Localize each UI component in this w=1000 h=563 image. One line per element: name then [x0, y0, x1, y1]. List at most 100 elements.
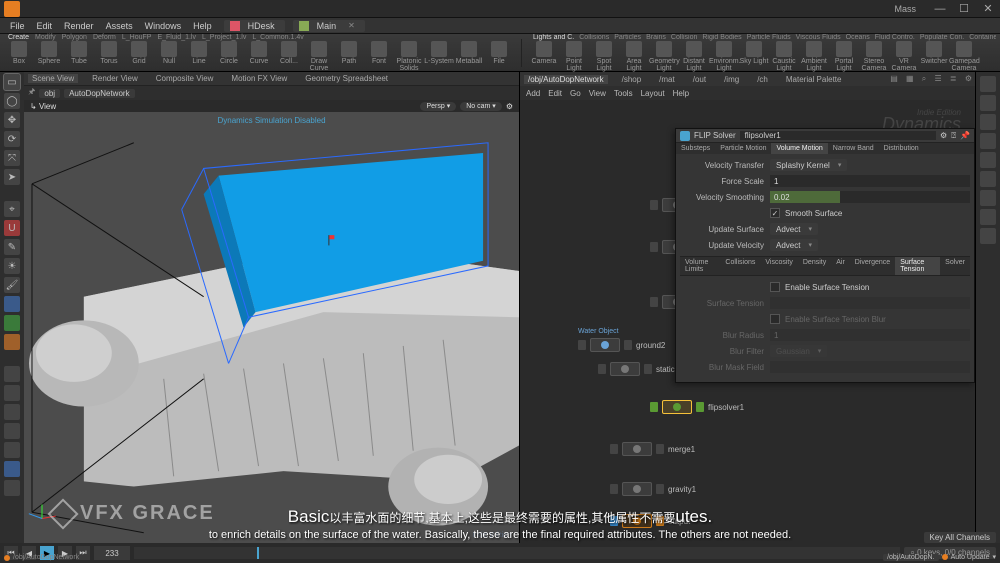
tool-geolight[interactable]: Geometry Light: [649, 41, 679, 72]
update-velocity-combo[interactable]: Advect: [770, 239, 818, 251]
shelf2-oceans[interactable]: Oceans: [846, 34, 870, 41]
tool-curve[interactable]: Curve: [244, 41, 274, 72]
view-gear-icon[interactable]: ⚙: [506, 102, 513, 111]
shelf2-fluidcontrol[interactable]: Fluid Contro.: [875, 34, 915, 41]
tool-spotlight[interactable]: Spot Light: [589, 41, 619, 72]
ptab-particlemotion[interactable]: Particle Motion: [715, 143, 771, 154]
stab-collisions[interactable]: Collisions: [720, 257, 760, 275]
toggle-b-icon[interactable]: [4, 315, 20, 331]
smooth-surface-check[interactable]: ✓: [770, 208, 780, 218]
lights-icon[interactable]: ☀: [4, 258, 20, 274]
node-gravity[interactable]: gravity1: [610, 482, 696, 496]
pointer-icon[interactable]: ➤: [4, 169, 20, 185]
netmenu-view[interactable]: View: [589, 89, 606, 98]
tool-sphere[interactable]: Sphere: [34, 41, 64, 72]
tool-torus[interactable]: Torus: [94, 41, 124, 72]
tool-vrcam[interactable]: VR Camera: [889, 41, 919, 72]
shelf-tab-create[interactable]: Create: [8, 34, 29, 41]
snap-icon[interactable]: ⌖: [4, 201, 20, 217]
rt-6-icon[interactable]: [980, 171, 996, 187]
cam-toggle[interactable]: No cam ▾: [460, 102, 502, 111]
param-pin-icon[interactable]: 📌: [960, 131, 970, 140]
lasso-tool-icon[interactable]: ◯: [4, 93, 20, 109]
persp-toggle[interactable]: Persp ▾: [420, 102, 456, 111]
nettab-obj[interactable]: /obj/AutoDopNetwork: [524, 75, 608, 84]
misc-7-icon[interactable]: [4, 480, 20, 496]
tool-grid[interactable]: Grid: [124, 41, 154, 72]
rt-5-icon[interactable]: [980, 152, 996, 168]
node-flipsolver[interactable]: flipsolver1: [650, 400, 744, 414]
misc-2-icon[interactable]: [4, 385, 20, 401]
shelf-tab-polygon[interactable]: Polygon: [62, 34, 87, 41]
key-all-channels-btn[interactable]: Key All Channels: [924, 532, 996, 543]
rec-magnet-icon[interactable]: U: [4, 220, 20, 236]
timeline-slider[interactable]: [134, 547, 900, 559]
tool-col[interactable]: Coll...: [274, 41, 304, 72]
shelf2-pfluids[interactable]: Particle Fluids: [747, 34, 791, 41]
tool-line[interactable]: Line: [184, 41, 214, 72]
rt-4-icon[interactable]: [980, 133, 996, 149]
shelf-tab-modify[interactable]: Modify: [35, 34, 56, 41]
node-name-field[interactable]: flipsolver1: [740, 131, 936, 140]
nettab-out[interactable]: /out: [689, 75, 710, 84]
tab-main[interactable]: Main ✕: [293, 20, 365, 32]
shelf-tab-project[interactable]: L_Project_1.lv: [202, 34, 246, 41]
menu-render[interactable]: Render: [60, 21, 98, 31]
update-surface-combo[interactable]: Advect: [770, 223, 818, 235]
stab-air[interactable]: Air: [831, 257, 850, 275]
node-merge[interactable]: merge1: [610, 442, 695, 456]
tool-font[interactable]: Font: [364, 41, 394, 72]
misc-4-icon[interactable]: [4, 423, 20, 439]
viewtab-spreadsheet[interactable]: Geometry Spreadsheet: [301, 74, 392, 83]
netmenu-add[interactable]: Add: [526, 89, 540, 98]
menu-windows[interactable]: Windows: [141, 21, 186, 31]
shelf2-containertools[interactable]: Container Tools: [969, 34, 996, 41]
viewtab-mop[interactable]: Motion FX View: [227, 74, 291, 83]
shelf2-populate[interactable]: Populate Con.: [920, 34, 964, 41]
shelf-tab-deform[interactable]: Deform: [93, 34, 116, 41]
misc-5-icon[interactable]: [4, 442, 20, 458]
viewtab-render[interactable]: Render View: [88, 74, 142, 83]
path-obj[interactable]: obj: [39, 89, 60, 98]
viewport[interactable]: Dynamics Simulation Disabled Indie Editi…: [24, 112, 519, 543]
netmenu-go[interactable]: Go: [570, 89, 581, 98]
toggle-a-icon[interactable]: [4, 296, 20, 312]
tool-envlight[interactable]: Environm. Light: [709, 41, 739, 72]
menu-assets[interactable]: Assets: [102, 21, 137, 31]
tool-platonic[interactable]: Platonic Solids: [394, 41, 424, 72]
rt-3-icon[interactable]: [980, 114, 996, 130]
param-gear-icon[interactable]: ⚙: [940, 131, 947, 140]
netmenu-layout[interactable]: Layout: [641, 89, 665, 98]
net-toolbar-icons[interactable]: ▤ ▦ ⌕ ☰ ≣ ⚙: [890, 74, 975, 84]
stab-density[interactable]: Density: [798, 257, 831, 275]
shelf2-collisions[interactable]: Collisions: [579, 34, 609, 41]
tool-path[interactable]: Path: [334, 41, 364, 72]
node-ground2[interactable]: Water Object ground2: [578, 338, 665, 352]
param-help-icon[interactable]: ⍰: [951, 131, 956, 141]
stab-solver[interactable]: Solver: [940, 257, 970, 275]
translate-icon[interactable]: ✥: [4, 112, 20, 128]
tool-pointlight[interactable]: Point Light: [559, 41, 589, 72]
brush-icon[interactable]: 🖌: [4, 277, 20, 293]
netmenu-edit[interactable]: Edit: [548, 89, 562, 98]
ptab-distribution[interactable]: Distribution: [879, 143, 924, 154]
rt-2-icon[interactable]: [980, 95, 996, 111]
stab-viscosity[interactable]: Viscosity: [760, 257, 798, 275]
window-close[interactable]: ✕: [976, 2, 1000, 16]
rt-9-icon[interactable]: [980, 228, 996, 244]
vel-transfer-combo[interactable]: Splashy Kernel: [770, 159, 847, 171]
window-min[interactable]: —: [928, 2, 952, 16]
viewtab-composite[interactable]: Composite View: [152, 74, 218, 83]
tool-arealight[interactable]: Area Light: [619, 41, 649, 72]
stab-divergence[interactable]: Divergence: [850, 257, 895, 275]
ptab-substeps[interactable]: Substeps: [676, 143, 715, 154]
tool-tube[interactable]: Tube: [64, 41, 94, 72]
enable-surf-tension-check[interactable]: [770, 282, 780, 292]
stab-volumelimits[interactable]: Volume Limits: [680, 257, 720, 275]
tool-gamepad[interactable]: Gamepad Camera: [949, 41, 979, 72]
tool-drawcurve[interactable]: Draw Curve: [304, 41, 334, 72]
menu-file[interactable]: File: [6, 21, 29, 31]
shelf2-viscous[interactable]: Viscous Fluids: [796, 34, 841, 41]
force-scale-field[interactable]: 1: [770, 175, 970, 187]
tool-switcher[interactable]: Switcher: [919, 41, 949, 72]
